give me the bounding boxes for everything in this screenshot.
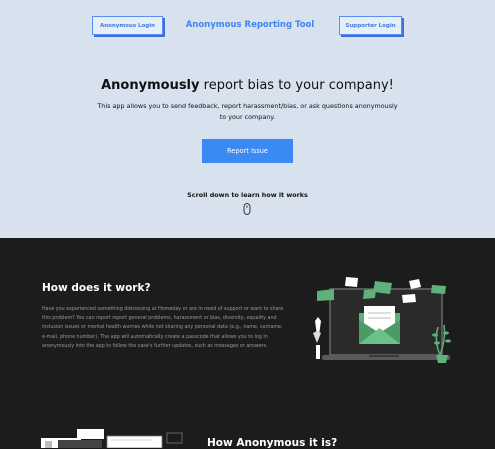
scroll-hint: Scroll down to learn how it works (187, 191, 308, 199)
site-title[interactable]: Anonymous Reporting Tool (150, 20, 350, 30)
report-issue-button[interactable]: Report Issue (202, 139, 293, 163)
hero-section: Anonymous Login Anonymous Reporting Tool… (0, 0, 495, 238)
hero-headline: Anonymously report bias to your company! (0, 78, 495, 93)
how-it-works-body: Have you experienced something distressi… (42, 307, 284, 349)
headline-rest: report bias to your company! (199, 78, 394, 93)
documents-illustration (41, 429, 183, 448)
supporter-login-button[interactable]: Supporter Login (339, 16, 402, 35)
hero-subtext: This app allows you to send feedback, re… (97, 102, 398, 121)
headline-bold: Anonymously (101, 78, 200, 93)
mouse-icon (243, 203, 251, 215)
how-it-works-title: How does it work? (42, 282, 151, 294)
how-anonymous-title: How Anonymous it is? (207, 437, 338, 449)
laptop-envelope-illustration (313, 277, 451, 363)
